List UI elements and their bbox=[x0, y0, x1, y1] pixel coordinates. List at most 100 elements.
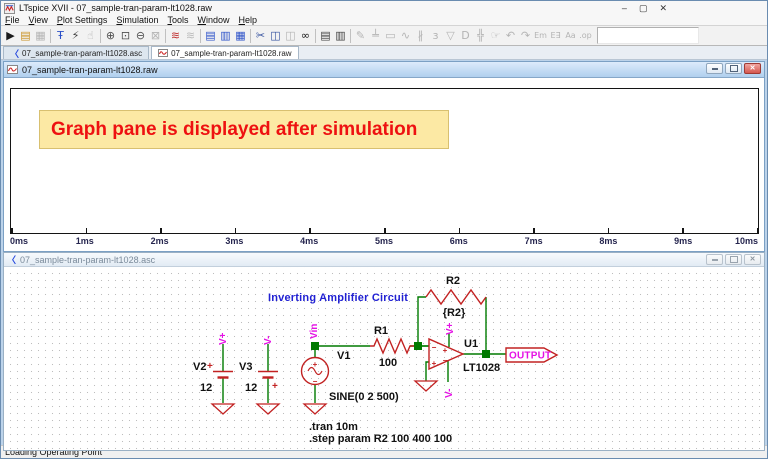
maximize-button[interactable]: ▢ bbox=[639, 2, 648, 14]
axis-tick bbox=[160, 228, 162, 233]
menu-plot-settings[interactable]: Plot Settings bbox=[57, 15, 108, 25]
annotation-text: Graph pane is displayed after simulation bbox=[51, 119, 417, 141]
menu-view[interactable]: View bbox=[29, 15, 48, 25]
svg-text:−: − bbox=[432, 343, 437, 352]
plot-settings-icon[interactable]: ≋ bbox=[168, 27, 183, 44]
paste-icon[interactable]: ◫ bbox=[283, 27, 298, 44]
zoom-full-icon[interactable]: ⊠ bbox=[148, 27, 163, 44]
child-maximize-button[interactable] bbox=[725, 254, 742, 265]
zoom-box-icon[interactable]: ⊡ bbox=[118, 27, 133, 44]
toolbar-container: ▶▤▦Ŧ⚡☝⊕⊡⊖⊠≋≋▤▥▦✂◫◫∞▤▥✎╧▭∿∦ɜ▽D╬☞↶↷EmE∃Aa.… bbox=[1, 25, 767, 46]
waveform-titlebar[interactable]: 07_sample-tran-param-lt1028.raw ✕ bbox=[4, 62, 764, 78]
component-r1[interactable]: R1 100 bbox=[370, 325, 414, 369]
minimize-button[interactable]: – bbox=[622, 2, 627, 14]
move-icon[interactable]: ╬ bbox=[473, 27, 488, 44]
drag-icon[interactable]: ☞ bbox=[488, 27, 503, 44]
svg-text:SINE(0 2 500): SINE(0 2 500) bbox=[329, 391, 399, 403]
zoom-in-icon[interactable]: ⊕ bbox=[103, 27, 118, 44]
waveform-file-icon bbox=[158, 49, 168, 57]
schematic-window-icon: 〈 bbox=[7, 253, 16, 266]
svg-text:{R2}: {R2} bbox=[443, 307, 466, 319]
svg-text:+: + bbox=[207, 361, 213, 372]
print-preview-icon[interactable]: ▥ bbox=[333, 27, 348, 44]
toolbar-separator bbox=[350, 29, 351, 43]
close-button[interactable]: ✕ bbox=[659, 2, 667, 14]
zoom-out-icon[interactable]: ⊖ bbox=[133, 27, 148, 44]
find-icon[interactable]: ∞ bbox=[298, 27, 313, 44]
directive-tran[interactable]: .tran 10m bbox=[309, 421, 358, 433]
component-v2[interactable]: V2 12 + bbox=[193, 361, 233, 394]
schematic-titlebar[interactable]: 〈 07_sample-tran-param-lt1028.asc ✕ bbox=[4, 253, 764, 267]
annotation-banner: Graph pane is displayed after simulation bbox=[39, 110, 449, 149]
schematic-canvas[interactable]: Inverting Amplifier Circuit V2 12 + V+ bbox=[4, 267, 764, 449]
waveform-window-title: 07_sample-tran-param-lt1028.raw bbox=[22, 65, 158, 75]
menu-window[interactable]: Window bbox=[197, 15, 229, 25]
child-close-button[interactable]: ✕ bbox=[744, 254, 761, 265]
resistor-icon[interactable]: ∿ bbox=[398, 27, 413, 44]
toolbar-separator bbox=[250, 29, 251, 43]
copy-icon[interactable]: ◫ bbox=[268, 27, 283, 44]
undo-icon[interactable]: ↶ bbox=[503, 27, 518, 44]
menu-file[interactable]: File bbox=[5, 15, 20, 25]
inductor-icon[interactable]: ɜ bbox=[428, 27, 443, 44]
svg-text:V3: V3 bbox=[239, 361, 252, 373]
tile-vertical-icon[interactable]: ▥ bbox=[218, 27, 233, 44]
autorange-icon[interactable]: ≋ bbox=[183, 27, 198, 44]
diode-icon[interactable]: ▽ bbox=[443, 27, 458, 44]
tab-schematic[interactable]: 〈 07_sample-tran-param-lt1028.asc bbox=[3, 46, 149, 59]
net-label-u1-vminus[interactable]: V- bbox=[444, 389, 455, 398]
text-icon[interactable]: Aa bbox=[563, 27, 578, 44]
net-label-vin[interactable]: Vin bbox=[309, 324, 320, 339]
svg-text:LT1028: LT1028 bbox=[463, 362, 500, 374]
plot-area[interactable]: Graph pane is displayed after simulation bbox=[10, 88, 759, 234]
window-title: LTspice XVII - 07_sample-tran-param-lt10… bbox=[19, 3, 212, 13]
child-maximize-button[interactable] bbox=[725, 63, 742, 74]
main-titlebar[interactable]: LTspice XVII - 07_sample-tran-param-lt10… bbox=[1, 1, 767, 15]
output-flag[interactable]: OUTPUT bbox=[506, 348, 557, 362]
rotate-icon[interactable]: Em bbox=[533, 27, 548, 44]
run-simulation-icon[interactable]: ⚡ bbox=[68, 27, 83, 44]
tab-waveform[interactable]: 07_sample-tran-param-lt1028.raw bbox=[151, 46, 299, 59]
axis-tick bbox=[235, 228, 237, 233]
capacitor-icon[interactable]: ∦ bbox=[413, 27, 428, 44]
net-label-vplus[interactable]: V+ bbox=[218, 332, 229, 345]
menu-help[interactable]: Help bbox=[239, 15, 258, 25]
spice-directive-icon[interactable]: .op bbox=[578, 27, 593, 44]
mirror-icon[interactable]: E∃ bbox=[548, 27, 563, 44]
tab-bar: 〈 07_sample-tran-param-lt1028.asc 07_sam… bbox=[1, 46, 767, 60]
child-minimize-button[interactable] bbox=[706, 63, 723, 74]
ground-icon[interactable]: ╧ bbox=[368, 27, 383, 44]
print-icon[interactable]: ▤ bbox=[318, 27, 333, 44]
schematic-window: 〈 07_sample-tran-param-lt1028.asc ✕ bbox=[3, 252, 765, 451]
axis-label: 7ms bbox=[525, 236, 543, 246]
new-schematic-icon[interactable]: ▶ bbox=[3, 27, 18, 44]
component-r2[interactable]: R2 {R2} bbox=[426, 275, 486, 319]
axis-label: 3ms bbox=[225, 236, 243, 246]
control-panel-icon[interactable]: Ŧ bbox=[53, 27, 68, 44]
axis-label: 0ms bbox=[10, 236, 28, 246]
save-icon[interactable]: ▦ bbox=[33, 27, 48, 44]
svg-text:+: + bbox=[432, 359, 437, 368]
redo-icon[interactable]: ↷ bbox=[518, 27, 533, 44]
child-close-button[interactable]: ✕ bbox=[744, 63, 761, 74]
svg-text:OUTPUT: OUTPUT bbox=[509, 351, 551, 362]
menu-simulation[interactable]: Simulation bbox=[116, 15, 158, 25]
net-label-u1-vplus[interactable]: V+ bbox=[445, 322, 456, 335]
cascade-icon[interactable]: ▦ bbox=[233, 27, 248, 44]
toolbar-spacer bbox=[597, 27, 699, 44]
component-icon[interactable]: D bbox=[458, 27, 473, 44]
open-icon[interactable]: ▤ bbox=[18, 27, 33, 44]
toolbar: ▶▤▦Ŧ⚡☝⊕⊡⊖⊠≋≋▤▥▦✂◫◫∞▤▥✎╧▭∿∦ɜ▽D╬☞↶↷EmE∃Aa.… bbox=[3, 26, 593, 45]
net-label-icon[interactable]: ▭ bbox=[383, 27, 398, 44]
net-label-vminus[interactable]: V- bbox=[263, 336, 274, 345]
menu-tools[interactable]: Tools bbox=[167, 15, 188, 25]
wire-icon[interactable]: ✎ bbox=[353, 27, 368, 44]
child-minimize-button[interactable] bbox=[706, 254, 723, 265]
svg-text:−: − bbox=[313, 377, 318, 386]
halt-icon[interactable]: ☝ bbox=[83, 27, 98, 44]
component-v3[interactable]: V3 12 + bbox=[239, 361, 278, 394]
svg-text:100: 100 bbox=[379, 357, 397, 369]
cut-icon[interactable]: ✂ bbox=[253, 27, 268, 44]
directive-step[interactable]: .step param R2 100 400 100 bbox=[309, 433, 452, 445]
tile-horizontal-icon[interactable]: ▤ bbox=[203, 27, 218, 44]
